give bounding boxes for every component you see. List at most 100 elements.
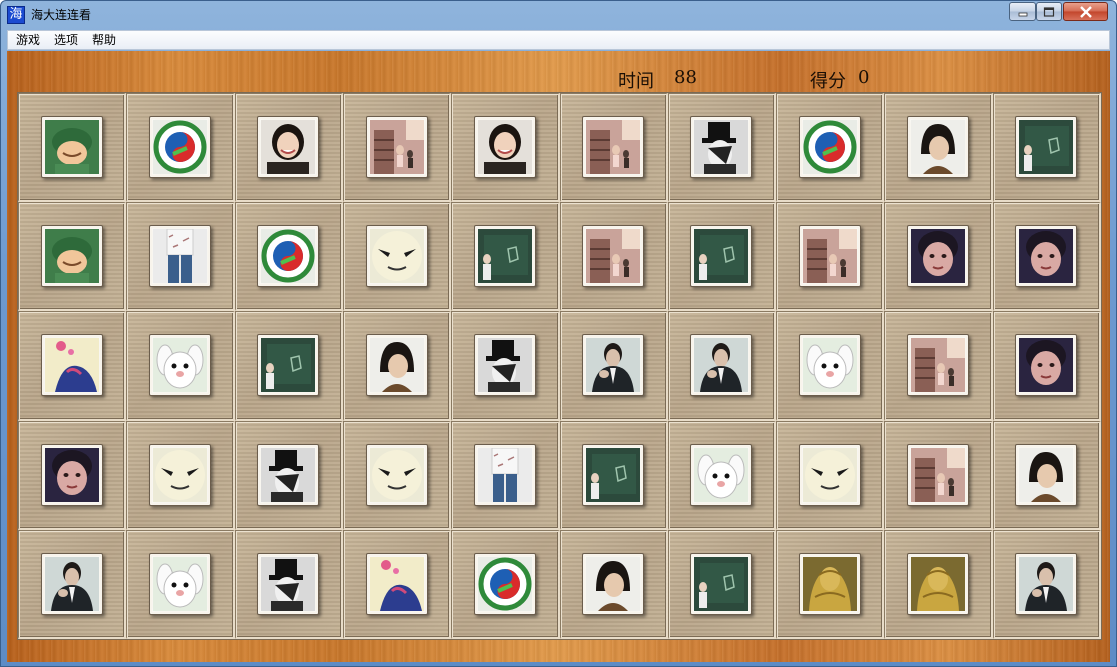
tile-smiling-woman[interactable] — [257, 116, 320, 179]
board-cell[interactable] — [126, 311, 235, 421]
tile-blackboard-boy[interactable] — [690, 552, 753, 615]
tile-suit-man[interactable] — [1015, 552, 1078, 615]
board-cell[interactable] — [342, 420, 452, 530]
close-button[interactable] — [1063, 2, 1108, 21]
tile-top-hat[interactable] — [257, 443, 320, 506]
tile-short-hair-woman[interactable] — [1015, 443, 1078, 506]
board-cell[interactable] — [126, 529, 235, 639]
tile-golden-statue[interactable] — [907, 552, 970, 615]
board-cell[interactable] — [342, 202, 452, 312]
board-cell[interactable] — [451, 311, 560, 421]
menu-help[interactable]: 帮助 — [92, 33, 116, 48]
tile-blackboard-boy[interactable] — [690, 225, 753, 288]
tile-jeans-person[interactable] — [473, 443, 536, 506]
board-cell[interactable] — [776, 202, 885, 312]
board-cell[interactable] — [451, 202, 560, 312]
tile-blackboard-boy[interactable] — [1015, 116, 1078, 179]
tile-colorful-girl[interactable] — [365, 552, 428, 615]
minimize-button[interactable] — [1009, 2, 1036, 21]
tile-purple-girl[interactable] — [40, 443, 103, 506]
board-cell[interactable] — [884, 202, 993, 312]
tile-girl-stairs[interactable] — [907, 334, 970, 397]
tile-ocean-univ-logo[interactable] — [148, 116, 211, 179]
tile-top-hat[interactable] — [473, 334, 536, 397]
board-cell[interactable] — [234, 311, 343, 421]
board-cell[interactable] — [342, 93, 452, 203]
tile-purple-girl[interactable] — [1015, 334, 1078, 397]
board-cell[interactable] — [992, 529, 1101, 639]
tile-blackboard-boy[interactable] — [582, 443, 645, 506]
tile-top-hat[interactable] — [257, 552, 320, 615]
board-cell[interactable] — [992, 93, 1101, 203]
tile-short-hair-woman[interactable] — [365, 334, 428, 397]
tile-girl-stairs[interactable] — [365, 116, 428, 179]
tile-suit-man[interactable] — [582, 334, 645, 397]
board-cell[interactable] — [234, 202, 343, 312]
tile-white-rabbit[interactable] — [798, 334, 861, 397]
board-cell[interactable] — [884, 529, 993, 639]
board-cell[interactable] — [451, 529, 560, 639]
board-cell[interactable] — [451, 93, 560, 203]
tile-colorful-girl[interactable] — [40, 334, 103, 397]
board-cell[interactable] — [234, 93, 343, 203]
tile-ocean-univ-logo[interactable] — [257, 225, 320, 288]
board-cell[interactable] — [992, 202, 1101, 312]
tile-ocean-univ-logo[interactable] — [473, 552, 536, 615]
tile-jeans-person[interactable] — [148, 225, 211, 288]
board-cell[interactable] — [667, 202, 777, 312]
board-cell[interactable] — [126, 420, 235, 530]
board-cell[interactable] — [776, 529, 885, 639]
board-cell[interactable] — [667, 311, 777, 421]
tile-short-hair-woman[interactable] — [907, 116, 970, 179]
board-cell[interactable] — [234, 529, 343, 639]
board-cell[interactable] — [18, 93, 127, 203]
board-cell[interactable] — [776, 311, 885, 421]
tile-soldier[interactable] — [40, 116, 103, 179]
board-cell[interactable] — [884, 311, 993, 421]
board-cell[interactable] — [342, 529, 452, 639]
tile-girl-stairs[interactable] — [582, 225, 645, 288]
tile-cartoon-face[interactable] — [148, 443, 211, 506]
board-cell[interactable] — [667, 529, 777, 639]
tile-purple-girl[interactable] — [1015, 225, 1078, 288]
menu-game[interactable]: 游戏 — [16, 33, 40, 48]
tile-white-rabbit[interactable] — [690, 443, 753, 506]
tile-cartoon-face[interactable] — [365, 225, 428, 288]
board-cell[interactable] — [126, 93, 235, 203]
tile-top-hat[interactable] — [690, 116, 753, 179]
board-cell[interactable] — [18, 311, 127, 421]
board-cell[interactable] — [18, 420, 127, 530]
board-cell[interactable] — [667, 93, 777, 203]
tile-cartoon-face[interactable] — [798, 443, 861, 506]
tile-white-rabbit[interactable] — [148, 334, 211, 397]
board-cell[interactable] — [234, 420, 343, 530]
board-cell[interactable] — [126, 202, 235, 312]
board-cell[interactable] — [992, 420, 1101, 530]
tile-blackboard-boy[interactable] — [473, 225, 536, 288]
maximize-button[interactable] — [1036, 2, 1062, 21]
board-cell[interactable] — [776, 420, 885, 530]
tile-short-hair-woman[interactable] — [582, 552, 645, 615]
tile-golden-statue[interactable] — [798, 552, 861, 615]
board-cell[interactable] — [559, 420, 668, 530]
board-cell[interactable] — [559, 202, 668, 312]
board-cell[interactable] — [18, 202, 127, 312]
board-cell[interactable] — [884, 420, 993, 530]
board-cell[interactable] — [559, 529, 668, 639]
tile-smiling-woman[interactable] — [473, 116, 536, 179]
board-cell[interactable] — [18, 529, 127, 639]
board-cell[interactable] — [776, 93, 885, 203]
board-cell[interactable] — [992, 311, 1101, 421]
tile-cartoon-face[interactable] — [365, 443, 428, 506]
board-cell[interactable] — [559, 93, 668, 203]
menu-options[interactable]: 选项 — [54, 33, 78, 48]
tile-girl-stairs[interactable] — [907, 443, 970, 506]
tile-ocean-univ-logo[interactable] — [798, 116, 861, 179]
tile-girl-stairs[interactable] — [798, 225, 861, 288]
tile-blackboard-boy[interactable] — [257, 334, 320, 397]
tile-girl-stairs[interactable] — [582, 116, 645, 179]
tile-suit-man[interactable] — [40, 552, 103, 615]
tile-soldier[interactable] — [40, 225, 103, 288]
tile-white-rabbit[interactable] — [148, 552, 211, 615]
board-cell[interactable] — [667, 420, 777, 530]
